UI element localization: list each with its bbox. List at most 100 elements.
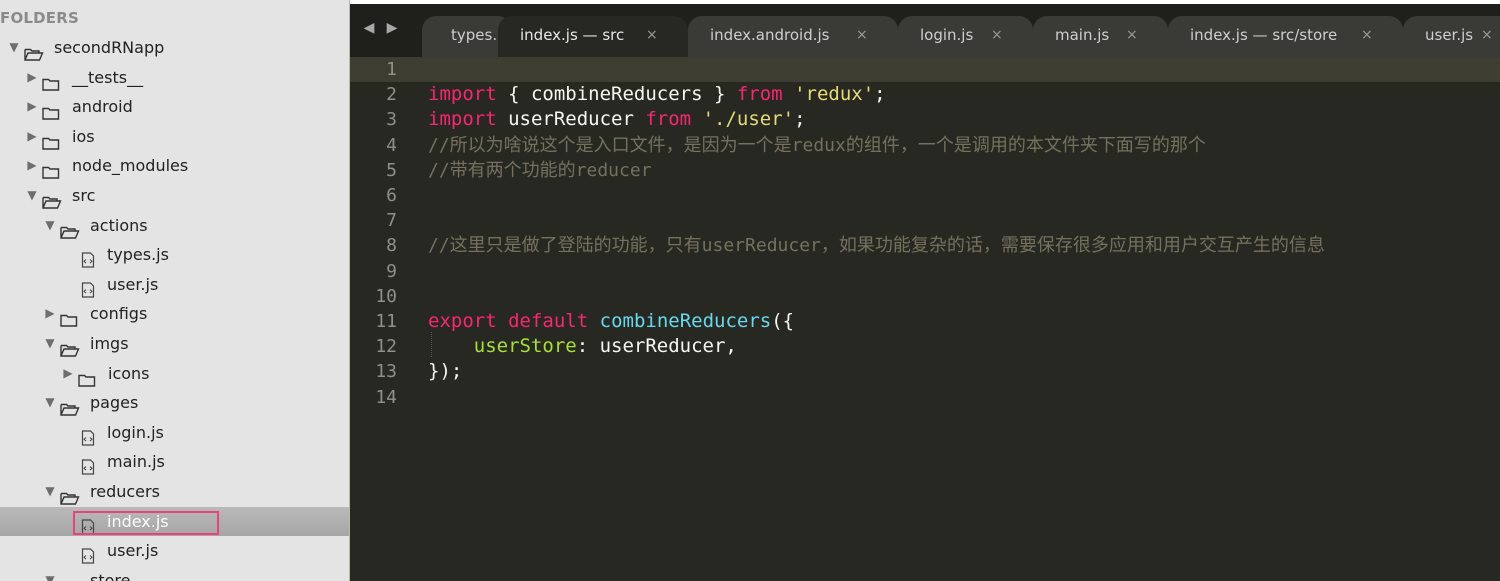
folder-item-configs[interactable]: ▶ configs [0, 299, 349, 329]
folder-item-pages[interactable]: ▼ pages [0, 388, 349, 418]
line-number: 9 [386, 260, 397, 282]
tree-item-label: actions [90, 215, 148, 235]
tree-item-label: android [72, 97, 133, 117]
close-icon[interactable]: × [1481, 16, 1493, 54]
string-token: './user' [702, 108, 795, 131]
folder-open-icon [60, 574, 80, 581]
tab-label: types. [451, 26, 498, 44]
code-line[interactable]: export default combineReducers({ [428, 309, 794, 334]
collapsed-arrow-icon[interactable]: ▶ [26, 63, 38, 93]
tree-item-label: node_modules [72, 156, 189, 176]
expanded-arrow-icon[interactable]: ▼ [44, 211, 56, 241]
tab-index-js-src-store[interactable]: index.js — src/store × [1168, 16, 1403, 57]
code-line[interactable]: //带有两个功能的reducer [428, 158, 652, 183]
folder-item-icons[interactable]: ▶ icons [0, 359, 349, 389]
code-line[interactable]: }); [428, 359, 462, 384]
keyword-token: from [736, 83, 783, 106]
tree-item-label: login.js [107, 422, 164, 442]
tab-label: index.js — src/store [1190, 26, 1338, 44]
tree-item-label: user.js [107, 541, 159, 561]
property-token: userStore [473, 335, 577, 358]
comment-token: //这里只是做了登陆的功能，只有userReducer，如果功能复杂的话，需要保… [428, 235, 1325, 257]
tab-user-js[interactable]: user.js × [1403, 16, 1500, 57]
tree-item-label: main.js [107, 452, 165, 472]
close-icon[interactable]: × [646, 16, 658, 54]
tab-main-js[interactable]: main.js × [1033, 16, 1168, 57]
collapsed-arrow-icon[interactable]: ▶ [44, 299, 56, 329]
line-number-gutter: 1 2 3 4 5 6 7 8 9 10 11 12 13 14 [350, 57, 420, 581]
keyword-token: import [428, 108, 497, 131]
line-number: 11 [375, 311, 397, 332]
folder-item-secondrnapp[interactable]: ▼ secondRNapp [0, 33, 349, 63]
tree-item-label: imgs [90, 333, 129, 353]
file-item-user-js[interactable]: user.js [0, 270, 349, 300]
expanded-arrow-icon[interactable]: ▼ [26, 181, 38, 211]
collapsed-arrow-icon[interactable]: ▶ [26, 151, 38, 181]
indent-guide [431, 332, 432, 357]
folder-item-actions[interactable]: ▼ actions [0, 211, 349, 241]
code-token: ; [874, 83, 886, 106]
code-line[interactable]: import userReducer from './user'; [428, 107, 806, 132]
keyword-token: default [508, 310, 589, 332]
folder-item-tests[interactable]: ▶ __tests__ [0, 63, 349, 93]
file-item-login-js[interactable]: login.js [0, 418, 349, 448]
string-token: 'redux' [794, 83, 875, 106]
line-number: 4 [386, 134, 397, 156]
line-number: 6 [386, 185, 397, 206]
close-icon[interactable]: × [856, 16, 868, 54]
tree-item-label: __tests__ [72, 67, 144, 87]
tab-label: login.js [920, 26, 974, 44]
left-arrow-icon[interactable]: ◀ [362, 21, 376, 35]
tab-index-android-js[interactable]: index.android.js × [688, 16, 898, 57]
folder-item-imgs[interactable]: ▼ imgs [0, 329, 349, 359]
folder-item-store[interactable]: ▼ store [0, 566, 349, 581]
collapsed-arrow-icon[interactable]: ▶ [26, 122, 38, 152]
tab-index-js-src[interactable]: index.js — src × [498, 16, 688, 57]
keyword-token: export [428, 310, 497, 332]
current-line-highlight [350, 57, 1500, 82]
close-icon[interactable]: × [1361, 16, 1373, 54]
tree-item-label: configs [90, 304, 148, 324]
collapsed-arrow-icon[interactable]: ▶ [62, 359, 74, 389]
tree-item-label: pages [90, 393, 139, 413]
folder-item-reducers[interactable]: ▼ reducers [0, 477, 349, 507]
tab-label: user.js [1425, 26, 1474, 44]
right-arrow-icon[interactable]: ▶ [385, 21, 399, 35]
keyword-token: import [428, 83, 497, 106]
tab-label: index.android.js [710, 26, 830, 44]
line-number: 1 [386, 59, 397, 80]
expanded-arrow-icon[interactable]: ▼ [44, 329, 56, 359]
function-token: combineReducers [599, 310, 772, 332]
keyword-token: from [645, 108, 692, 131]
tab-bar: ◀ ▶ types. index.js — src × index.android.j… [350, 0, 1500, 57]
close-icon[interactable]: × [1126, 16, 1138, 54]
code-line[interactable]: //所以为啥说这个是入口文件，是因为一个是redux的组件，一个是调用的本文件夹… [428, 133, 1206, 158]
close-icon[interactable]: × [991, 16, 1003, 54]
file-item-types-js[interactable]: types.js [0, 240, 349, 270]
folder-item-ios[interactable]: ▶ ios [0, 122, 349, 152]
folder-item-src[interactable]: ▼ src [0, 181, 349, 211]
file-item-user-js[interactable]: user.js [0, 536, 349, 566]
expanded-arrow-icon[interactable]: ▼ [44, 477, 56, 507]
file-item-main-js[interactable]: main.js [0, 447, 349, 477]
tree-item-label: icons [108, 363, 150, 383]
code-line[interactable]: userStore: userReducer, [428, 334, 737, 359]
line-number: 10 [375, 285, 397, 307]
expanded-arrow-icon[interactable]: ▼ [44, 388, 56, 418]
code-token: ; [794, 108, 806, 131]
expanded-arrow-icon[interactable]: ▼ [8, 33, 20, 63]
collapsed-arrow-icon[interactable]: ▶ [26, 92, 38, 122]
folder-item-node-modules[interactable]: ▶ node_modules [0, 151, 349, 181]
code-line[interactable]: //这里只是做了登陆的功能，只有userReducer，如果功能复杂的话，需要保… [428, 233, 1325, 258]
tab-login-js[interactable]: login.js × [898, 16, 1033, 57]
code-line[interactable]: import { combineReducers } from 'redux'; [428, 82, 886, 107]
line-number: 7 [386, 210, 397, 232]
code-token: { combineReducers } [496, 83, 737, 106]
expanded-arrow-icon[interactable]: ▼ [44, 566, 56, 581]
tab-label: main.js [1055, 26, 1110, 44]
folder-item-android[interactable]: ▶ android [0, 92, 349, 122]
code-editor[interactable]: 1 2 3 4 5 6 7 8 9 10 11 12 13 14 import { combineRedu… [350, 57, 1500, 581]
